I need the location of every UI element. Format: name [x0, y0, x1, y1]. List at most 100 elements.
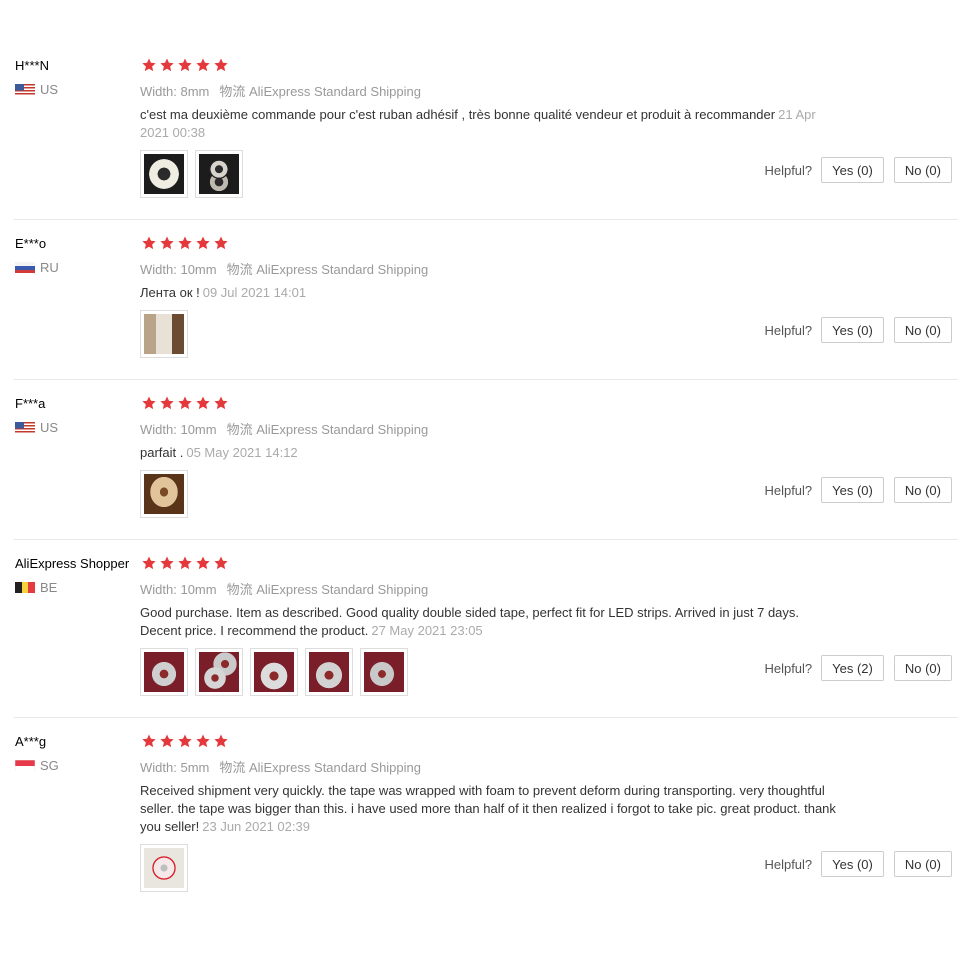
reviewer-name: E***o: [15, 236, 47, 251]
star-icon: [160, 58, 174, 72]
country-code: BE: [40, 579, 58, 595]
helpful-vote: Helpful? Yes (0) No (0): [764, 317, 952, 343]
review-photo-thumbnail[interactable]: [140, 150, 188, 198]
star-icon: [196, 734, 210, 748]
review-text: c'est ma deuxième commande pour c'est ru…: [140, 106, 840, 142]
ru-flag-icon: [15, 261, 35, 273]
star-icon: [214, 556, 228, 570]
width-value: 10mm: [180, 422, 217, 437]
country-code: RU: [40, 259, 59, 275]
star-icon: [196, 236, 210, 250]
star-icon: [160, 396, 174, 410]
helpful-vote: Helpful? Yes (0) No (0): [764, 851, 952, 877]
reviewer-name: H***N: [15, 58, 49, 73]
reviewer-name: AliExpress Shopper: [15, 556, 130, 571]
star-icon: [214, 58, 228, 72]
width-value: 5mm: [180, 760, 210, 775]
star-rating: [141, 57, 231, 73]
review-date: 05 May 2021 14:12: [186, 445, 298, 460]
helpful-no-button[interactable]: No (0): [893, 477, 952, 503]
star-icon: [160, 734, 174, 748]
star-icon: [178, 58, 192, 72]
star-icon: [214, 734, 228, 748]
helpful-yes-button[interactable]: Yes (2): [821, 655, 884, 681]
review-text: Good purchase. Item as described. Good q…: [140, 604, 840, 640]
star-icon: [142, 734, 156, 748]
review-photo-thumbnail[interactable]: [140, 648, 188, 696]
review-body: Лента ок !: [140, 285, 200, 300]
helpful-label: Helpful?: [764, 482, 813, 498]
us-flag-icon: [15, 421, 35, 433]
star-icon: [214, 396, 228, 410]
helpful-yes-button[interactable]: Yes (0): [821, 317, 884, 343]
shipping-method: AliExpress Standard Shipping: [256, 262, 429, 277]
review-photo-thumbnail[interactable]: [195, 648, 243, 696]
review-photo-thumbnail[interactable]: [140, 470, 188, 518]
star-icon: [196, 396, 210, 410]
review-divider: [14, 379, 958, 380]
shipping-method: AliExpress Standard Shipping: [256, 422, 429, 437]
review-text: parfait . 05 May 2021 14:12: [140, 444, 840, 462]
country-code: SG: [40, 757, 59, 773]
shipping-method: AliExpress Standard Shipping: [249, 84, 421, 99]
star-rating: [141, 235, 231, 251]
review-photo-thumbnail[interactable]: [305, 648, 353, 696]
logistics-label: 物流: [226, 262, 253, 277]
review-divider: [14, 219, 958, 220]
review-sku-info: Width: 5mm 物流 AliExpress Standard Shippin…: [140, 757, 421, 776]
star-icon: [178, 396, 192, 410]
width-label: Width:: [140, 760, 177, 775]
width-label: Width:: [140, 422, 177, 437]
review-photo-thumbnail[interactable]: [140, 844, 188, 892]
helpful-label: Helpful?: [764, 322, 813, 338]
star-icon: [142, 556, 156, 570]
star-icon: [178, 556, 192, 570]
be-flag-icon: [15, 581, 35, 593]
review-photo-thumbnail[interactable]: [360, 648, 408, 696]
reviewer-name: F***a: [15, 396, 46, 411]
star-icon: [142, 58, 156, 72]
country-code: US: [40, 81, 59, 97]
review-photo-thumbnail[interactable]: [195, 150, 243, 198]
review-photos: [140, 310, 195, 358]
review-photo-thumbnail[interactable]: [250, 648, 298, 696]
us-flag-icon: [15, 83, 35, 95]
logistics-label: 物流: [226, 422, 253, 437]
star-icon: [178, 734, 192, 748]
helpful-label: Helpful?: [764, 162, 813, 178]
width-label: Width:: [140, 262, 177, 277]
review-date: 09 Jul 2021 14:01: [202, 285, 307, 300]
helpful-no-button[interactable]: No (0): [893, 157, 952, 183]
star-rating: [141, 733, 231, 749]
helpful-yes-button[interactable]: Yes (0): [821, 157, 884, 183]
review-photo-thumbnail[interactable]: [140, 310, 188, 358]
helpful-no-button[interactable]: No (0): [893, 851, 952, 877]
helpful-label: Helpful?: [764, 660, 813, 676]
review-body: c'est ma deuxième commande pour c'est ru…: [140, 107, 776, 122]
logistics-label: 物流: [219, 760, 246, 775]
helpful-no-button[interactable]: No (0): [893, 655, 952, 681]
reviewer-country: US: [15, 81, 59, 97]
reviewer-country: SG: [15, 757, 59, 773]
helpful-no-button[interactable]: No (0): [893, 317, 952, 343]
width-value: 10mm: [180, 582, 217, 597]
helpful-vote: Helpful? Yes (2) No (0): [764, 655, 952, 681]
star-icon: [196, 556, 210, 570]
shipping-method: AliExpress Standard Shipping: [256, 582, 429, 597]
review-sku-info: Width: 10mm 物流 AliExpress Standard Shippi…: [140, 259, 428, 278]
helpful-yes-button[interactable]: Yes (0): [821, 851, 884, 877]
helpful-yes-button[interactable]: Yes (0): [821, 477, 884, 503]
star-rating: [141, 555, 231, 571]
country-code: US: [40, 419, 59, 435]
review-sku-info: Width: 8mm 物流 AliExpress Standard Shippin…: [140, 81, 421, 100]
review-photos: [140, 150, 250, 198]
review-photos: [140, 844, 195, 892]
logistics-label: 物流: [219, 84, 246, 99]
sg-flag-icon: [15, 759, 35, 771]
width-label: Width:: [140, 84, 177, 99]
width-label: Width:: [140, 582, 177, 597]
helpful-vote: Helpful? Yes (0) No (0): [764, 157, 952, 183]
review-photos: [140, 470, 195, 518]
star-icon: [178, 236, 192, 250]
star-icon: [196, 58, 210, 72]
